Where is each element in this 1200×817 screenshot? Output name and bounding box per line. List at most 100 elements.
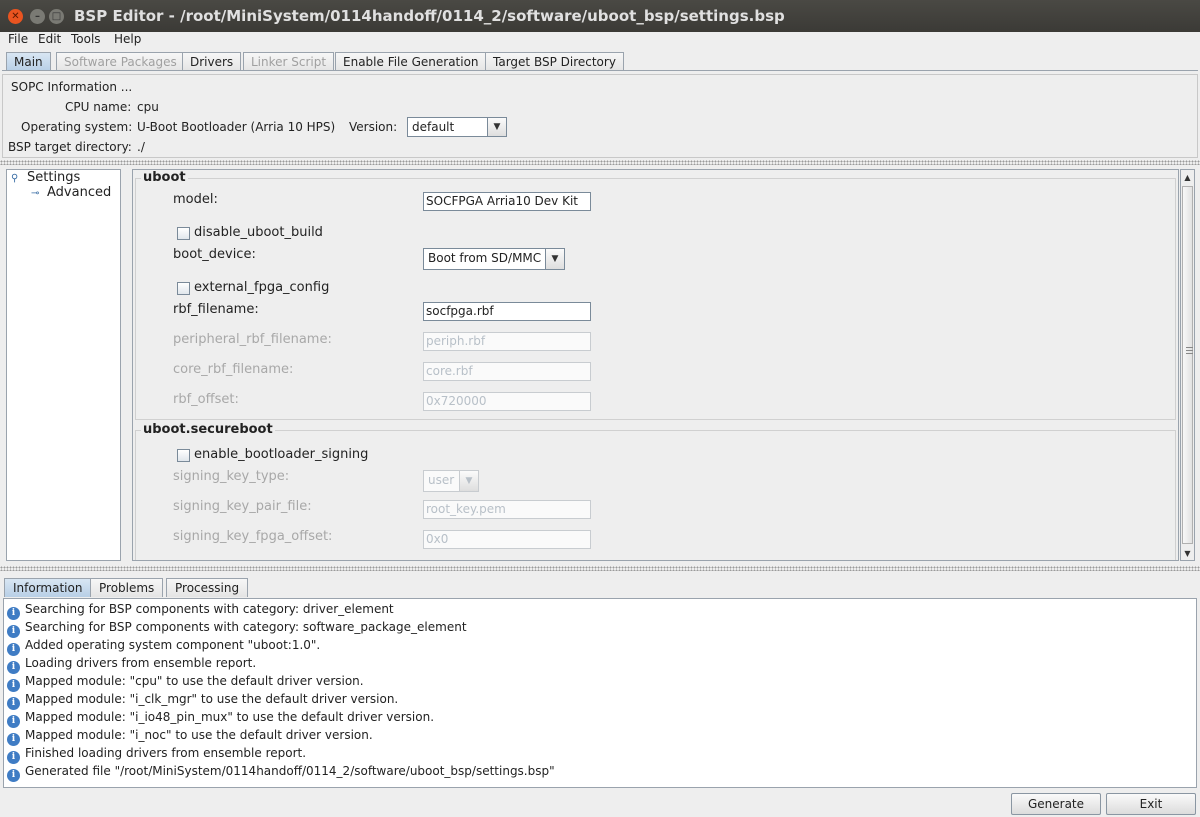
- tree-item-settings[interactable]: Settings: [27, 170, 80, 185]
- log-text: Generated file "/root/MiniSystem/0114han…: [25, 764, 555, 778]
- cpu-name-label: CPU name:: [65, 100, 132, 114]
- peripheral-rbf-filename-field[interactable]: periph.rbf: [423, 332, 591, 351]
- info-icon: i: [7, 769, 20, 782]
- log-text: Mapped module: "i_noc" to use the defaul…: [25, 728, 373, 742]
- log-text: Loading drivers from ensemble report.: [25, 656, 257, 670]
- boot-device-select[interactable]: Boot from SD/MMC ▼: [423, 248, 565, 270]
- bsp-target-dir-value: ./: [137, 140, 145, 154]
- disable-uboot-build-checkbox[interactable]: [177, 227, 190, 240]
- external-fpga-config-checkbox[interactable]: [177, 282, 190, 295]
- log-row: i Mapped module: "i_clk_mgr" to use the d…: [7, 692, 398, 710]
- log-row: i Mapped module: "i_io48_pin_mux" to use …: [7, 710, 434, 728]
- minimize-window-button[interactable]: –: [30, 9, 45, 24]
- version-select-value: default: [412, 120, 455, 134]
- menu-tools[interactable]: Tools: [71, 32, 101, 46]
- secureboot-group-title: uboot.secureboot: [141, 422, 275, 437]
- tab-software-packages[interactable]: Software Packages: [56, 52, 185, 71]
- version-select[interactable]: default ▼: [407, 117, 507, 137]
- grip-line: [1186, 347, 1193, 348]
- log-row: i Searching for BSP components with categ…: [7, 620, 467, 638]
- signing-key-fpga-offset-field[interactable]: 0x0: [423, 530, 591, 549]
- log-text: Mapped module: "i_io48_pin_mux" to use t…: [25, 710, 435, 724]
- tab-target-bsp-directory[interactable]: Target BSP Directory: [485, 52, 624, 71]
- disable-uboot-build-label[interactable]: disable_uboot_build: [194, 225, 323, 240]
- tab-problems[interactable]: Problems: [90, 578, 164, 597]
- enable-bootloader-signing-checkbox[interactable]: [177, 449, 190, 462]
- menu-file[interactable]: File: [8, 32, 28, 46]
- rbf-filename-field[interactable]: socfpga.rbf: [423, 302, 591, 321]
- chevron-down-icon[interactable]: ▼: [459, 471, 478, 491]
- log-row: i Loading drivers from ensemble report.: [7, 656, 256, 674]
- tree-node-expanded-icon[interactable]: ⚲: [11, 173, 18, 184]
- signing-key-fpga-offset-label: signing_key_fpga_offset:: [173, 529, 333, 544]
- bottom-splitter-handle[interactable]: [0, 566, 1200, 571]
- grip-line: [1186, 350, 1193, 351]
- info-icon: i: [7, 625, 20, 638]
- menu-bar: File Edit Tools Help: [0, 32, 1200, 50]
- tab-processing[interactable]: Processing: [166, 578, 249, 597]
- tab-divider: [2, 70, 1198, 71]
- core-rbf-filename-field[interactable]: core.rbf: [423, 362, 591, 381]
- rbf-filename-label: rbf_filename:: [173, 302, 259, 317]
- information-log: i Searching for BSP components with categ…: [3, 598, 1197, 788]
- tree-leaf-icon: ⊸: [31, 188, 40, 199]
- peripheral-rbf-filename-label: peripheral_rbf_filename:: [173, 332, 332, 347]
- log-row: i Finished loading drivers from ensemble …: [7, 746, 306, 764]
- tab-drivers[interactable]: Drivers: [182, 52, 242, 71]
- tab-main[interactable]: Main: [6, 52, 51, 71]
- title-bar: ✕ – □ BSP Editor - /root/MiniSystem/0114…: [0, 0, 1200, 32]
- chevron-down-icon[interactable]: ▼: [487, 118, 506, 136]
- signing-key-type-select[interactable]: user ▼: [423, 470, 479, 492]
- signing-key-type-value: user: [428, 473, 455, 487]
- info-icon: i: [7, 715, 20, 728]
- cpu-name-value: cpu: [137, 100, 159, 114]
- menu-edit[interactable]: Edit: [38, 32, 61, 46]
- model-label: model:: [173, 192, 218, 207]
- sopc-section-label[interactable]: SOPC Information ...: [11, 80, 132, 94]
- info-icon: i: [7, 697, 20, 710]
- settings-tree: ⚲ Settings ⊸ Advanced: [6, 169, 121, 561]
- info-icon: i: [7, 733, 20, 746]
- scroll-up-icon[interactable]: ▲: [1181, 170, 1194, 184]
- info-icon: i: [7, 751, 20, 764]
- info-icon: i: [7, 679, 20, 692]
- boot-device-label: boot_device:: [173, 247, 256, 262]
- exit-button[interactable]: Exit: [1106, 793, 1196, 815]
- log-text: Mapped module: "cpu" to use the default …: [25, 674, 364, 688]
- info-icon: i: [7, 643, 20, 656]
- rbf-offset-label: rbf_offset:: [173, 392, 239, 407]
- tab-linker-script[interactable]: Linker Script: [243, 52, 335, 71]
- scrollbar-thumb[interactable]: [1182, 186, 1193, 544]
- tab-enable-file-generation[interactable]: Enable File Generation: [335, 52, 487, 71]
- sopc-info-panel: SOPC Information ... CPU name: cpu Opera…: [2, 74, 1198, 158]
- model-field[interactable]: SOCFPGA Arria10 Dev Kit: [423, 192, 591, 211]
- log-row: i Generated file "/root/MiniSystem/0114ha…: [7, 764, 555, 782]
- scroll-down-icon[interactable]: ▼: [1181, 546, 1194, 560]
- log-row: i Mapped module: "cpu" to use the default…: [7, 674, 364, 692]
- signing-key-pair-file-field[interactable]: root_key.pem: [423, 500, 591, 519]
- log-text: Finished loading drivers from ensemble r…: [25, 746, 307, 760]
- close-window-button[interactable]: ✕: [8, 9, 23, 24]
- version-label: Version:: [349, 120, 398, 134]
- os-label: Operating system:: [21, 120, 133, 134]
- settings-scrollbar[interactable]: ▲ ▼: [1180, 169, 1195, 561]
- tab-information[interactable]: Information: [4, 578, 92, 597]
- maximize-window-button[interactable]: □: [49, 9, 64, 24]
- bsp-target-dir-label: BSP target directory:: [8, 140, 132, 154]
- os-value: U-Boot Bootloader (Arria 10 HPS): [137, 120, 336, 134]
- rbf-offset-field[interactable]: 0x720000: [423, 392, 591, 411]
- chevron-down-icon[interactable]: ▼: [545, 249, 564, 269]
- tree-item-advanced[interactable]: Advanced: [47, 185, 111, 200]
- info-icon: i: [7, 607, 20, 620]
- uboot-group-border: [135, 178, 1176, 420]
- main-tab-strip: Main Software Packages Drivers Linker Sc…: [4, 52, 1196, 71]
- signing-key-type-label: signing_key_type:: [173, 469, 290, 484]
- settings-panel: uboot model: SOCFPGA Arria10 Dev Kit dis…: [132, 169, 1179, 561]
- log-text: Searching for BSP components with catego…: [25, 620, 467, 634]
- log-row: i Added operating system component "uboot…: [7, 638, 320, 656]
- enable-bootloader-signing-label[interactable]: enable_bootloader_signing: [194, 447, 368, 462]
- menu-help[interactable]: Help: [114, 32, 141, 46]
- external-fpga-config-label[interactable]: external_fpga_config: [194, 280, 329, 295]
- generate-button[interactable]: Generate: [1011, 793, 1101, 815]
- splitter-handle[interactable]: [0, 160, 1200, 165]
